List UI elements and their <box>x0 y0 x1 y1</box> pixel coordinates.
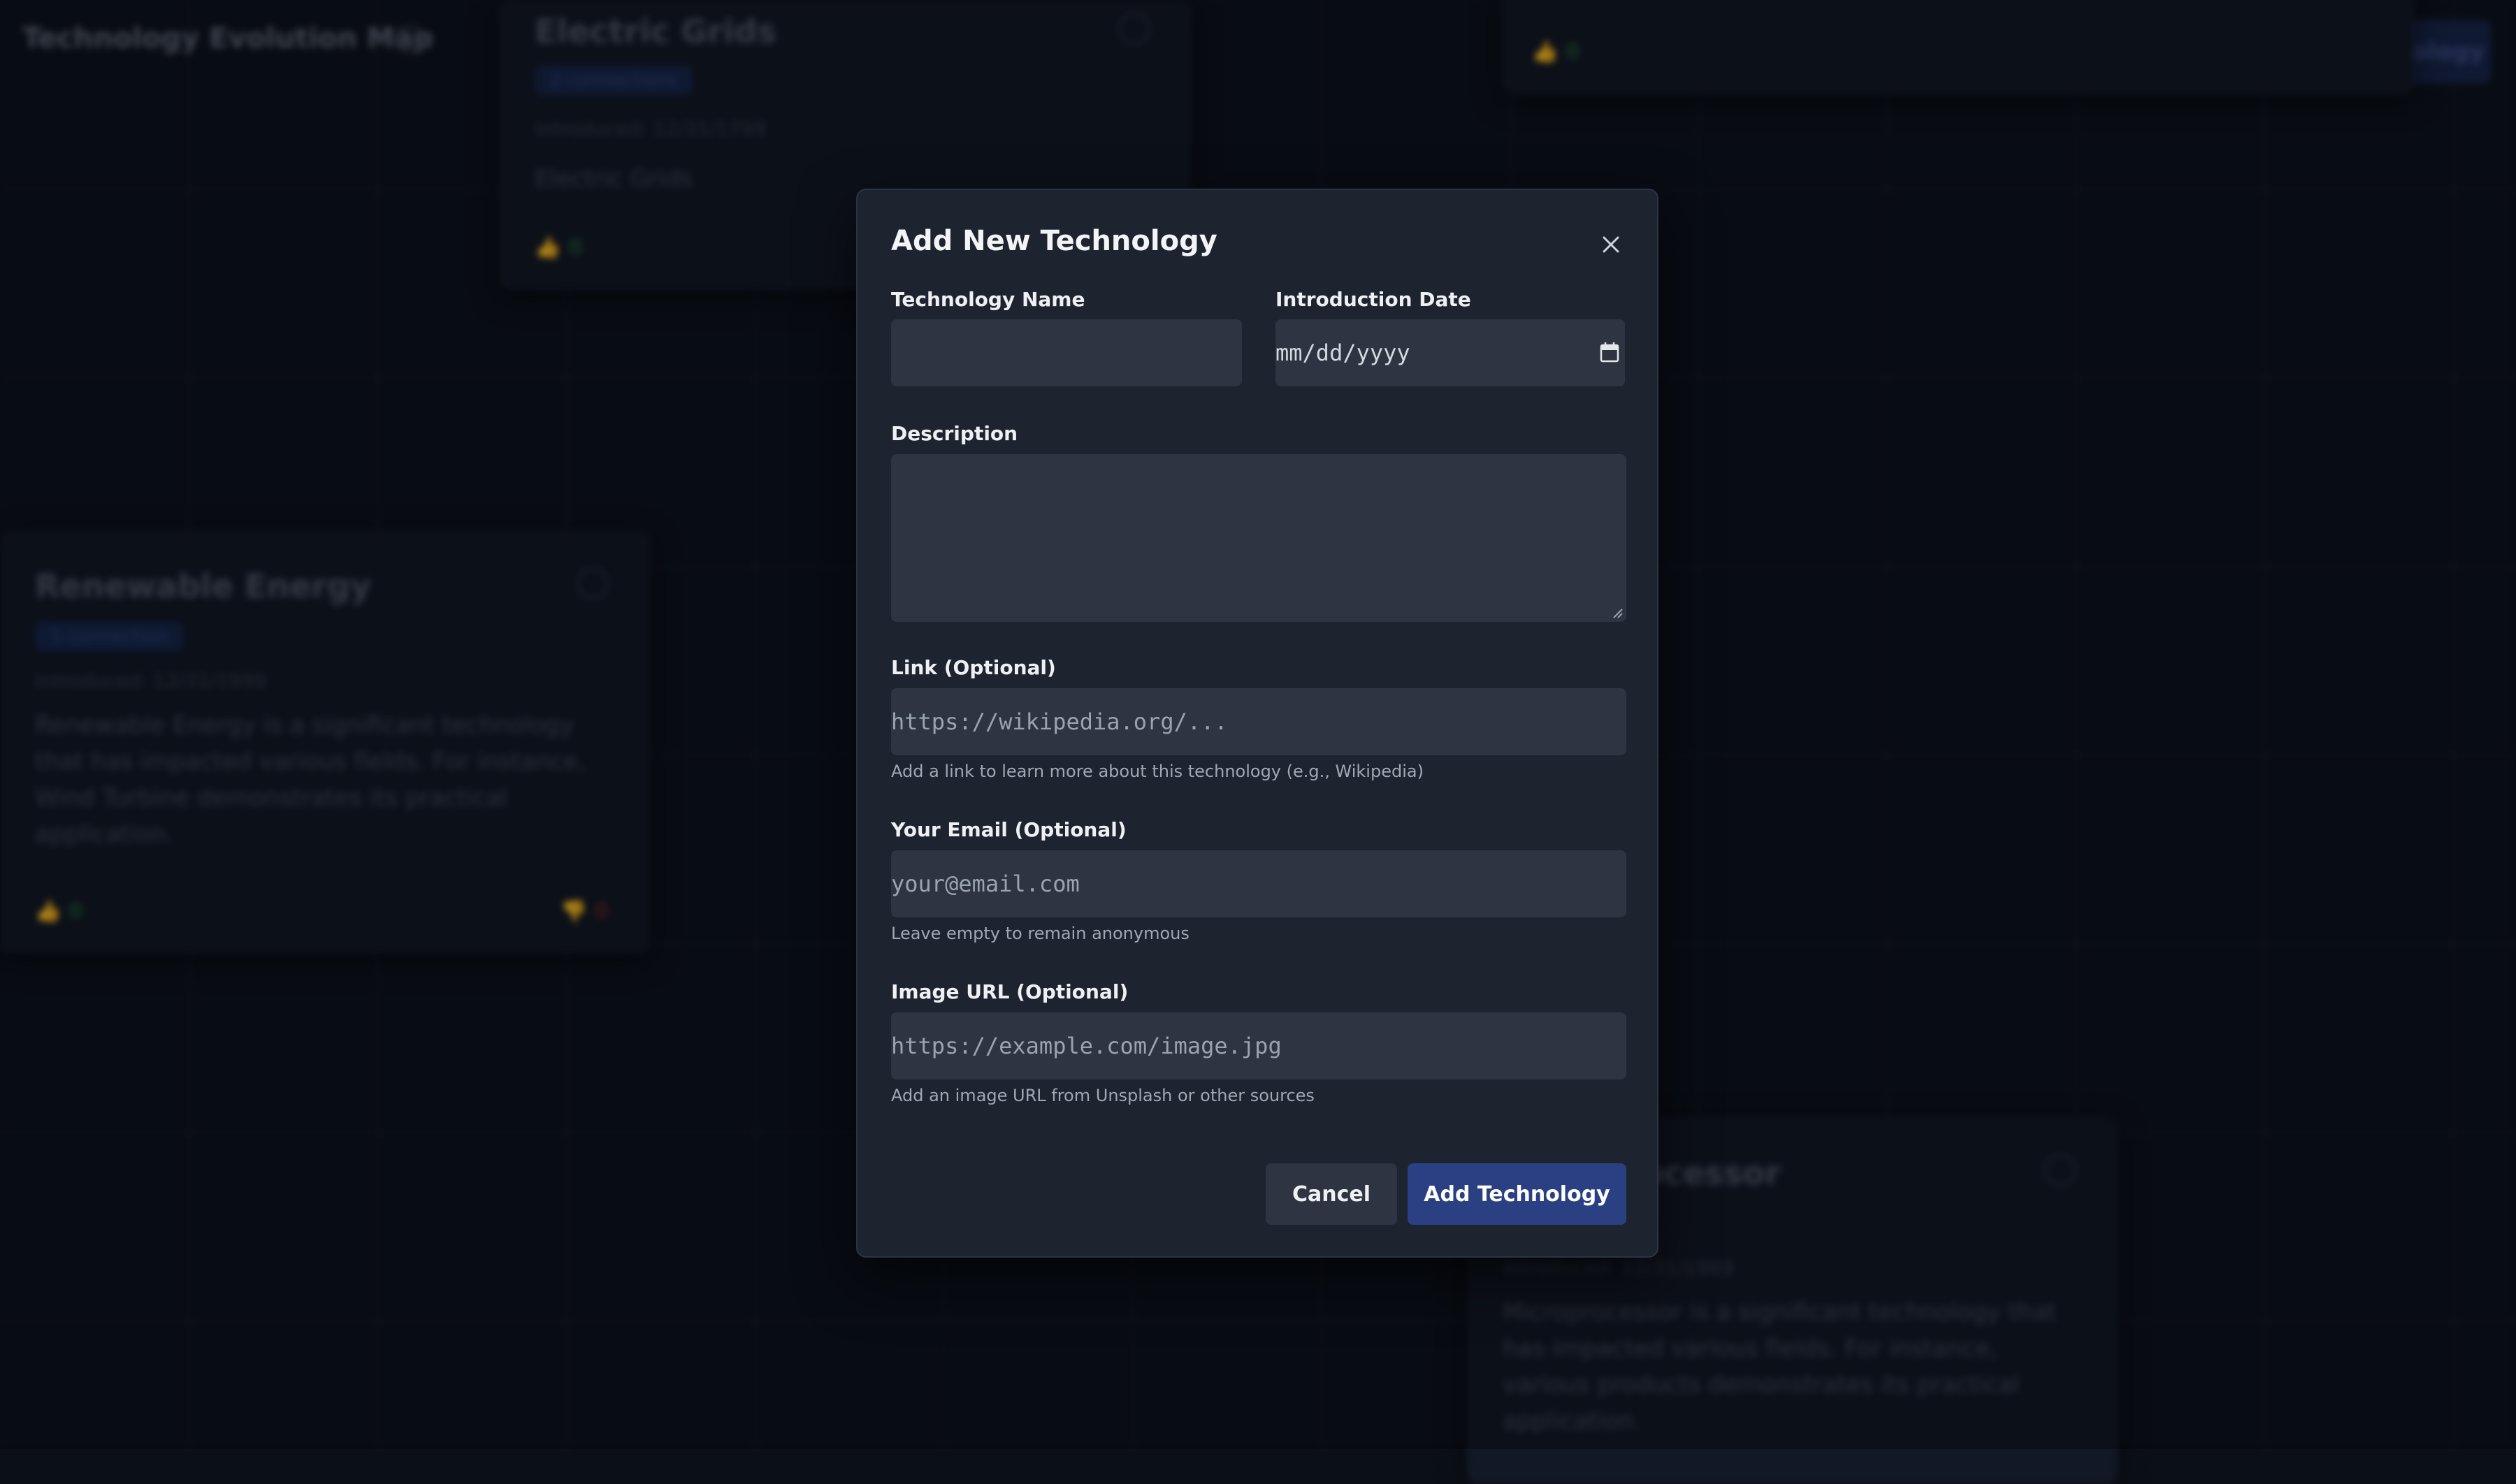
add-technology-modal: Add New Technology Technology Name Intro… <box>856 189 1658 1258</box>
description-textarea[interactable] <box>891 454 1626 622</box>
introduction-date-label: Introduction Date <box>1275 288 1471 311</box>
link-input[interactable] <box>891 688 1626 755</box>
image-url-label: Image URL (Optional) <box>891 980 1129 1003</box>
date-placeholder: mm/dd/yyyy <box>1275 340 1410 366</box>
email-label: Your Email (Optional) <box>891 818 1127 841</box>
close-icon[interactable] <box>1597 231 1625 259</box>
description-label: Description <box>891 422 1018 445</box>
image-url-help-text: Add an image URL from Unsplash or other … <box>891 1086 1315 1105</box>
image-url-input[interactable] <box>891 1012 1626 1079</box>
resize-grip-icon[interactable] <box>1611 606 1624 619</box>
email-help-text: Leave empty to remain anonymous <box>891 924 1190 943</box>
technology-name-label: Technology Name <box>891 288 1085 311</box>
technology-name-input[interactable] <box>891 319 1242 386</box>
link-label: Link (Optional) <box>891 656 1056 679</box>
add-technology-button[interactable]: Add Technology <box>1408 1163 1626 1225</box>
calendar-icon[interactable] <box>1600 342 1619 363</box>
introduction-date-input[interactable]: mm/dd/yyyy <box>1275 319 1625 386</box>
email-input[interactable] <box>891 850 1626 917</box>
link-help-text: Add a link to learn more about this tech… <box>891 762 1424 781</box>
modal-title: Add New Technology <box>891 225 1217 257</box>
cancel-button[interactable]: Cancel <box>1266 1163 1397 1225</box>
